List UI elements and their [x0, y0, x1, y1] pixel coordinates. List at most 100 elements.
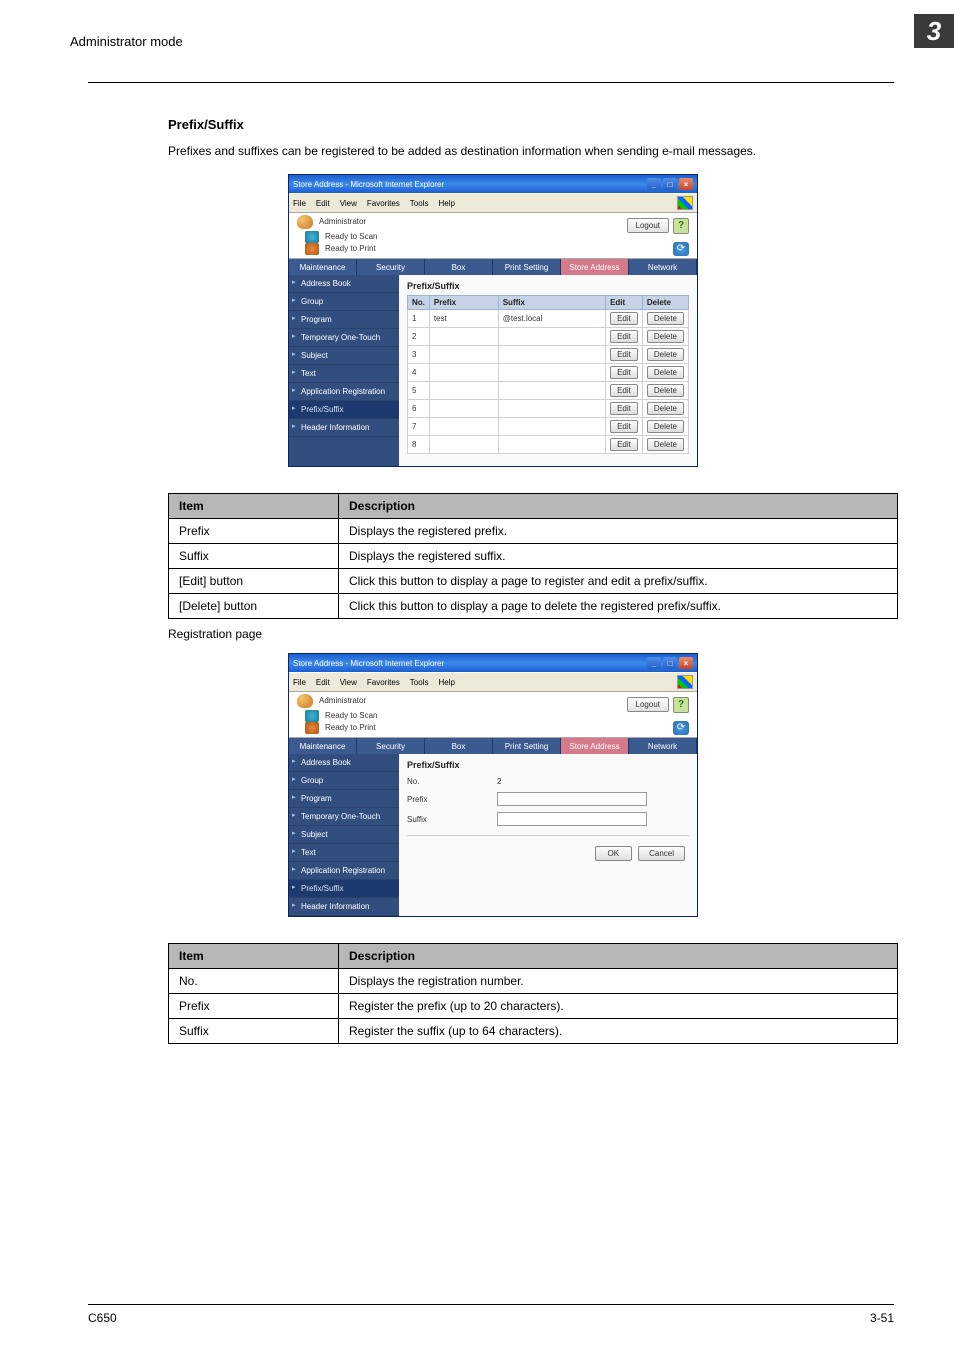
tab-box[interactable]: Box [425, 259, 493, 275]
refresh-icon[interactable] [673, 721, 689, 735]
help-icon[interactable]: ? [673, 697, 689, 713]
section-title: Prefix/Suffix [168, 117, 818, 132]
delete-button[interactable]: Delete [647, 438, 684, 451]
t1-head-desc: Description [339, 494, 898, 519]
sidebar-item-subject[interactable]: Subject [289, 826, 399, 844]
table-row: [Delete] buttonClick this button to disp… [169, 594, 898, 619]
menu-file[interactable]: File [293, 678, 306, 687]
delete-button[interactable]: Delete [647, 312, 684, 325]
edit-button[interactable]: Edit [610, 402, 638, 415]
cell-item: [Delete] button [169, 594, 339, 619]
edit-button[interactable]: Edit [610, 330, 638, 343]
refresh-icon[interactable] [673, 242, 689, 256]
sidebar-item-text[interactable]: Text [289, 365, 399, 383]
sidebar-item-prefix-suffix[interactable]: Prefix/Suffix [289, 880, 399, 898]
sidebar: Address Book Group Program Temporary One… [289, 275, 399, 466]
sidebar-item-prefix-suffix[interactable]: Prefix/Suffix [289, 401, 399, 419]
menu-edit[interactable]: Edit [316, 199, 330, 208]
maximize-icon[interactable]: □ [663, 657, 677, 669]
sidebar-item-header-info[interactable]: Header Information [289, 898, 399, 916]
sidebar-item-header-info[interactable]: Header Information [289, 419, 399, 437]
menu-edit[interactable]: Edit [316, 678, 330, 687]
menu-help[interactable]: Help [438, 199, 454, 208]
minimize-icon[interactable]: _ [647, 178, 661, 190]
cell-desc: Displays the registered prefix. [339, 519, 898, 544]
delete-button[interactable]: Delete [647, 420, 684, 433]
sidebar-item-app-registration[interactable]: Application Registration [289, 862, 399, 880]
scan-status-icon [305, 710, 319, 722]
cell-suffix [498, 436, 605, 454]
edit-button[interactable]: Edit [610, 420, 638, 433]
tab-security[interactable]: Security [357, 259, 425, 275]
tab-security[interactable]: Security [357, 738, 425, 754]
sidebar-item-group[interactable]: Group [289, 772, 399, 790]
sidebar-item-program[interactable]: Program [289, 790, 399, 808]
menu-tools[interactable]: Tools [410, 678, 429, 687]
sidebar-item-text[interactable]: Text [289, 844, 399, 862]
cell-item: Suffix [169, 544, 339, 569]
ready-scan-label: Ready to Scan [325, 232, 377, 241]
logout-button[interactable]: Logout [627, 218, 669, 233]
cell-suffix [498, 418, 605, 436]
close-icon[interactable]: × [679, 657, 693, 669]
cell-suffix [498, 364, 605, 382]
pane-title: Prefix/Suffix [407, 758, 689, 774]
delete-button[interactable]: Delete [647, 330, 684, 343]
sidebar-item-subject[interactable]: Subject [289, 347, 399, 365]
prefix-input[interactable] [497, 792, 647, 806]
edit-button[interactable]: Edit [610, 366, 638, 379]
menu-favorites[interactable]: Favorites [367, 678, 400, 687]
tab-store-address[interactable]: Store Address [561, 259, 629, 275]
sidebar-item-group[interactable]: Group [289, 293, 399, 311]
table-row: PrefixDisplays the registered prefix. [169, 519, 898, 544]
cancel-button[interactable]: Cancel [638, 846, 685, 861]
tab-maintenance[interactable]: Maintenance [289, 738, 357, 754]
sidebar-item-address-book[interactable]: Address Book [289, 754, 399, 772]
delete-button[interactable]: Delete [647, 348, 684, 361]
delete-button[interactable]: Delete [647, 384, 684, 397]
ok-button[interactable]: OK [595, 846, 633, 861]
edit-button[interactable]: Edit [610, 312, 638, 325]
menu-tools[interactable]: Tools [410, 199, 429, 208]
cell-suffix [498, 328, 605, 346]
sidebar-item-temp-onetouch[interactable]: Temporary One-Touch [289, 808, 399, 826]
tab-print-setting[interactable]: Print Setting [493, 259, 561, 275]
edit-button[interactable]: Edit [610, 348, 638, 361]
menu-favorites[interactable]: Favorites [367, 199, 400, 208]
delete-button[interactable]: Delete [647, 402, 684, 415]
maximize-icon[interactable]: □ [663, 178, 677, 190]
footer-model: C650 [88, 1311, 117, 1325]
cell-desc: Displays the registered suffix. [339, 544, 898, 569]
tab-box[interactable]: Box [425, 738, 493, 754]
suffix-input[interactable] [497, 812, 647, 826]
sidebar-item-program[interactable]: Program [289, 311, 399, 329]
menu-file[interactable]: File [293, 199, 306, 208]
tab-network[interactable]: Network [629, 738, 697, 754]
tab-store-address[interactable]: Store Address [561, 738, 629, 754]
logout-button[interactable]: Logout [627, 697, 669, 712]
form-value-no: 2 [497, 777, 501, 786]
table-row: PrefixRegister the prefix (up to 20 char… [169, 994, 898, 1019]
chapter-number: 3 [914, 14, 954, 48]
menu-view[interactable]: View [340, 199, 357, 208]
table-row: 8EditDelete [408, 436, 689, 454]
minimize-icon[interactable]: _ [647, 657, 661, 669]
sidebar-item-app-registration[interactable]: Application Registration [289, 383, 399, 401]
delete-button[interactable]: Delete [647, 366, 684, 379]
sidebar-item-address-book[interactable]: Address Book [289, 275, 399, 293]
tab-maintenance[interactable]: Maintenance [289, 259, 357, 275]
edit-button[interactable]: Edit [610, 384, 638, 397]
header-divider [88, 82, 894, 83]
tab-network[interactable]: Network [629, 259, 697, 275]
edit-button[interactable]: Edit [610, 438, 638, 451]
ready-scan-label: Ready to Scan [325, 711, 377, 720]
table-row: 2EditDelete [408, 328, 689, 346]
form-label-prefix: Prefix [407, 795, 467, 804]
tab-print-setting[interactable]: Print Setting [493, 738, 561, 754]
menu-view[interactable]: View [340, 678, 357, 687]
window-titlebar: Store Address - Microsoft Internet Explo… [289, 175, 697, 193]
sidebar-item-temp-onetouch[interactable]: Temporary One-Touch [289, 329, 399, 347]
help-icon[interactable]: ? [673, 218, 689, 234]
close-icon[interactable]: × [679, 178, 693, 190]
menu-help[interactable]: Help [438, 678, 454, 687]
